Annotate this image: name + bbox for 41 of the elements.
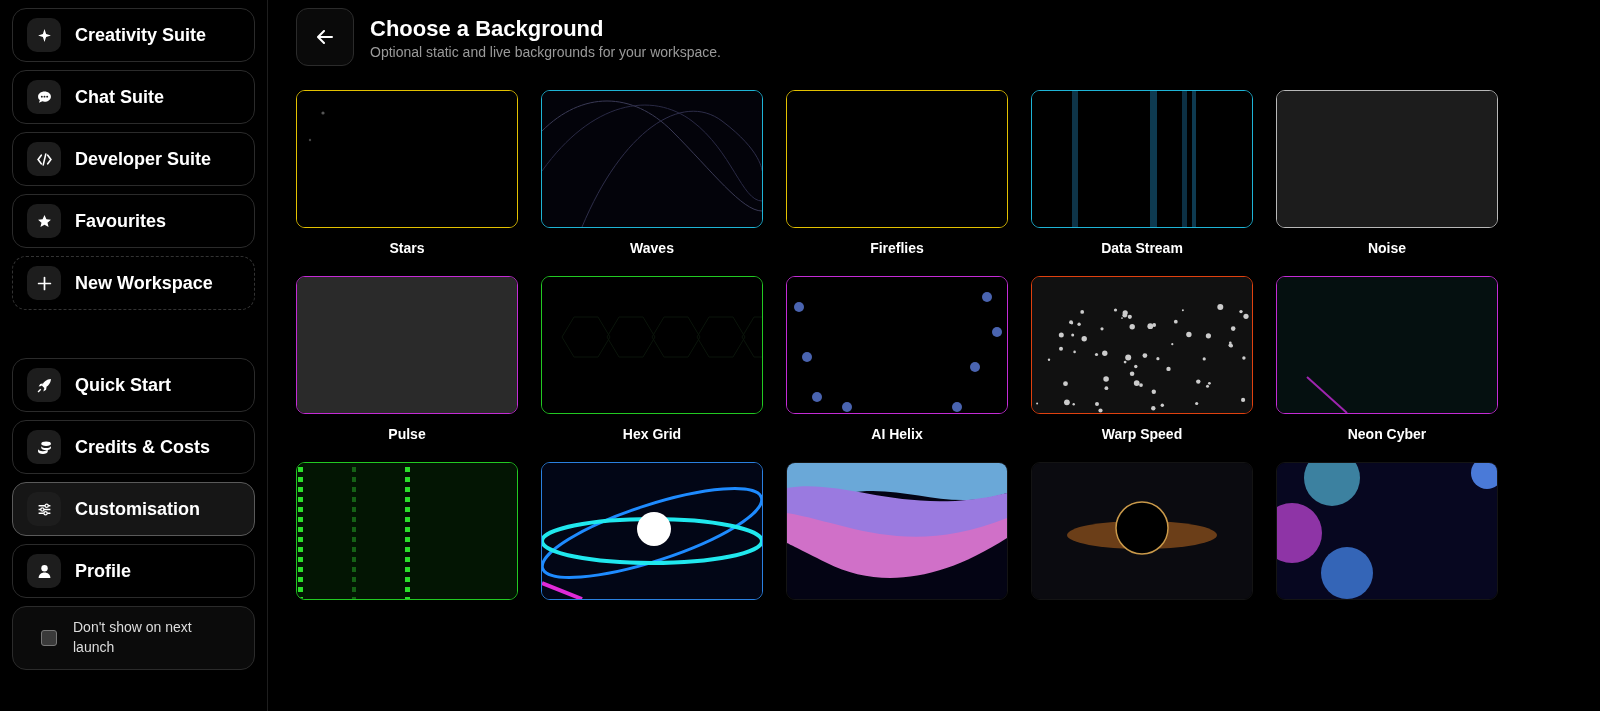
sliders-icon — [36, 501, 52, 517]
background-option[interactable] — [541, 462, 763, 600]
person-icon — [36, 563, 52, 579]
background-option[interactable] — [296, 462, 518, 600]
background-name: Warp Speed — [1100, 425, 1184, 444]
background-name: Stars — [388, 239, 426, 258]
sidebar-nav-item[interactable]: Profile — [12, 544, 255, 598]
rocket-icon — [36, 377, 52, 393]
sidebar-nav-item[interactable]: Chat Suite — [12, 70, 255, 124]
background-name: Fireflies — [869, 239, 925, 258]
background-option[interactable] — [786, 462, 1008, 600]
page-title: Choose a Background — [370, 16, 605, 43]
sidebar-nav-item[interactable]: Creativity Suite — [12, 8, 255, 62]
background-name: Neon Cyber — [1346, 425, 1428, 444]
page-subtitle: Optional static and live backgrounds for your workspace. — [370, 43, 721, 63]
sidebar-nav-item[interactable]: Quick Start — [12, 358, 255, 412]
sidebar-nav-item[interactable]: Developer Suite — [12, 132, 255, 186]
sidebar-nav-item[interactable]: Favourites — [12, 194, 255, 248]
sidebar-nav-item[interactable]: Customisation — [12, 482, 255, 536]
background-name: Pulse — [387, 425, 427, 444]
background-name: Waves — [629, 239, 675, 258]
background-name: Data Stream — [1100, 239, 1184, 258]
background-option[interactable] — [1031, 90, 1253, 228]
background-name: Hex Grid — [621, 425, 683, 444]
background-option[interactable] — [541, 90, 763, 228]
checkbox-label: Don't show on next launch — [73, 618, 193, 657]
sparkle-icon — [36, 27, 52, 43]
checkbox[interactable] — [41, 630, 57, 646]
sidebar-nav-item[interactable]: Credits & Costs — [12, 420, 255, 474]
background-option[interactable] — [1031, 276, 1253, 414]
background-option[interactable] — [1276, 90, 1498, 228]
background-option[interactable] — [541, 276, 763, 414]
star-icon — [36, 213, 52, 229]
chat-bubble-icon — [36, 89, 52, 105]
new-workspace-button[interactable]: New Workspace — [12, 256, 255, 310]
plus-icon — [36, 275, 52, 291]
code-icon — [36, 151, 52, 167]
back-arrow-icon — [317, 30, 333, 44]
background-name: AI Helix — [870, 425, 924, 444]
coins-icon — [36, 439, 52, 455]
background-name: Noise — [1366, 239, 1408, 258]
